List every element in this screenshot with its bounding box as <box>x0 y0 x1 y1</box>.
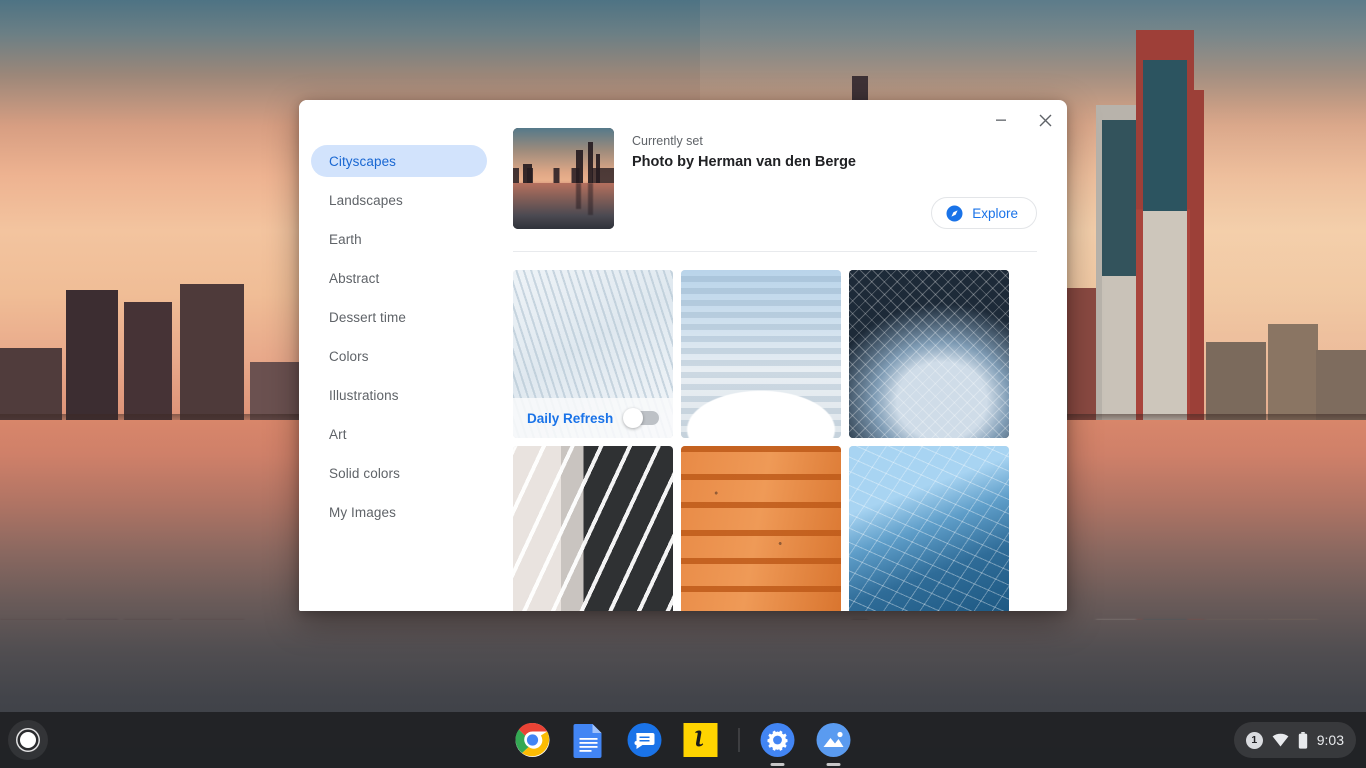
current-wallpaper-info: Currently set Photo by Herman van den Be… <box>632 128 1037 229</box>
wallpaper-active-indicator <box>826 763 841 766</box>
sidebar-item-label: Landscapes <box>329 192 403 208</box>
wallpaper-main-panel: Currently set Photo by Herman van den Be… <box>499 100 1067 611</box>
sidebar-item-dessert-time[interactable]: Dessert time <box>311 301 487 333</box>
messages-icon[interactable] <box>625 720 665 760</box>
settings-active-indicator <box>770 763 785 766</box>
daily-refresh-label: Daily Refresh <box>527 410 614 426</box>
launcher-button[interactable] <box>8 720 48 760</box>
sidebar-item-label: Illustrations <box>329 387 399 403</box>
wallpaper-stairs[interactable] <box>513 446 673 611</box>
minimize-button[interactable] <box>979 100 1023 140</box>
wallpaper-picker-dialog: Cityscapes Landscapes Earth Abstract Des… <box>299 100 1067 611</box>
clock-time: 9:03 <box>1316 732 1344 748</box>
sidebar-item-earth[interactable]: Earth <box>311 223 487 255</box>
sidebar-item-label: Colors <box>329 348 369 364</box>
sidebar-item-illustrations[interactable]: Illustrations <box>311 379 487 411</box>
sidebar-item-label: Solid colors <box>329 465 400 481</box>
notification-count-badge[interactable]: 1 <box>1245 731 1263 749</box>
current-wallpaper-thumbnail[interactable] <box>513 128 614 229</box>
sidebar-item-art[interactable]: Art <box>311 418 487 450</box>
current-wallpaper-title: Photo by Herman van den Berge <box>632 154 856 170</box>
sidebar-item-label: Dessert time <box>329 309 406 325</box>
close-button[interactable] <box>1023 100 1067 140</box>
sidebar-item-abstract[interactable]: Abstract <box>311 262 487 294</box>
docs-icon[interactable] <box>569 720 609 760</box>
sidebar-item-label: Art <box>329 426 347 442</box>
chrome-icon[interactable] <box>513 720 553 760</box>
lastpass-icon[interactable] <box>681 720 721 760</box>
shelf-separator <box>738 728 740 752</box>
sidebar-item-label: Earth <box>329 231 362 247</box>
shelf: 1 9:03 <box>0 712 1366 768</box>
sidebar-item-colors[interactable]: Colors <box>311 340 487 372</box>
sidebar-item-label: Cityscapes <box>329 153 397 169</box>
currently-set-section: Currently set Photo by Herman van den Be… <box>513 128 1037 252</box>
daily-refresh-toggle[interactable] <box>623 408 659 428</box>
wallpaper-grid: Daily Refresh <box>513 270 1037 611</box>
status-tray[interactable]: 1 9:03 <box>1233 722 1356 758</box>
wallpaper-orange-building[interactable] <box>681 446 841 611</box>
wallpaper-daily-refresh[interactable]: Daily Refresh <box>513 270 673 438</box>
sidebar-item-solid-colors[interactable]: Solid colors <box>311 457 487 489</box>
dialog-titlebar <box>979 100 1067 140</box>
currently-set-label: Currently set <box>632 134 703 148</box>
wallpaper-blue-glass[interactable] <box>849 446 1009 611</box>
battery-icon <box>1298 731 1308 749</box>
sidebar-item-landscapes[interactable]: Landscapes <box>311 184 487 216</box>
wallpaper-curved-facade[interactable] <box>681 270 841 438</box>
wifi-icon <box>1272 733 1289 747</box>
category-sidebar: Cityscapes Landscapes Earth Abstract Des… <box>299 100 499 611</box>
explore-button[interactable]: Explore <box>931 197 1037 229</box>
wallpaper-dark-dome[interactable] <box>849 270 1009 438</box>
shelf-app-list <box>513 712 854 768</box>
explore-button-label: Explore <box>972 205 1018 221</box>
daily-refresh-bar: Daily Refresh <box>513 398 673 438</box>
explore-compass-icon <box>946 205 963 222</box>
wallpaper-icon[interactable] <box>814 720 854 766</box>
settings-icon[interactable] <box>758 720 798 766</box>
launcher-icon <box>20 732 36 748</box>
sidebar-item-label: Abstract <box>329 270 380 286</box>
sidebar-item-label: My Images <box>329 504 396 520</box>
sidebar-item-my-images[interactable]: My Images <box>311 496 487 528</box>
sidebar-item-cityscapes[interactable]: Cityscapes <box>311 145 487 177</box>
